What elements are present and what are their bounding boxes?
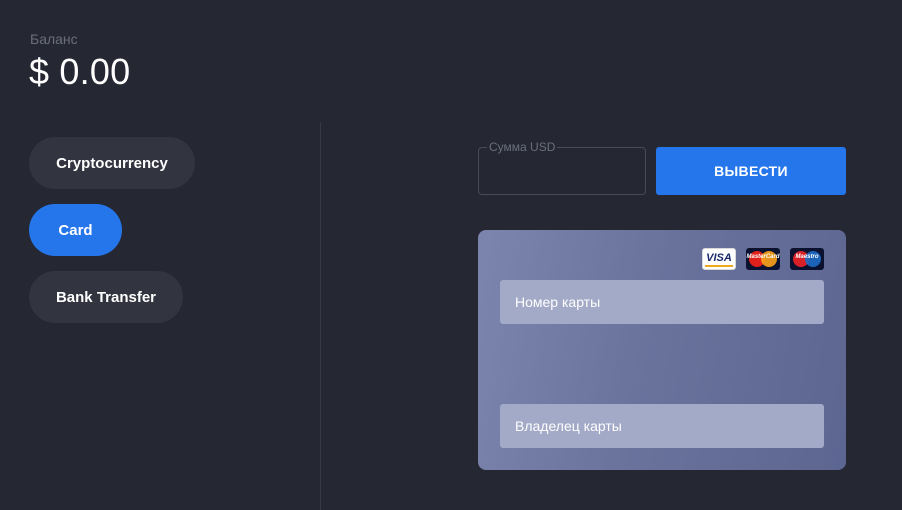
- visa-logo: VISA: [702, 248, 736, 270]
- maestro-logo-text: Maestro: [795, 254, 819, 260]
- method-cryptocurrency-button[interactable]: Cryptocurrency: [29, 137, 195, 189]
- withdraw-page: Баланс $ 0.00 Cryptocurrency Card Bank T…: [0, 0, 902, 510]
- card-number-input[interactable]: [513, 293, 811, 311]
- method-card-button[interactable]: Card: [29, 204, 122, 256]
- card-holder-field[interactable]: [500, 404, 824, 448]
- visa-stripe: [705, 265, 733, 267]
- withdraw-button[interactable]: ВЫВЕСТИ: [656, 147, 846, 195]
- balance-amount: $ 0.00: [29, 51, 131, 92]
- visa-logo-text: VISA: [706, 252, 732, 264]
- card-number-field[interactable]: [500, 280, 824, 324]
- vertical-divider: [320, 122, 321, 510]
- maestro-logo: Maestro: [790, 248, 824, 270]
- card-form-panel: VISA MasterCard Maestro: [478, 230, 846, 470]
- method-bank-transfer-button[interactable]: Bank Transfer: [29, 271, 183, 323]
- card-holder-input[interactable]: [513, 417, 811, 435]
- balance-label: Баланс: [30, 31, 78, 47]
- amount-field[interactable]: Сумма USD: [478, 139, 646, 195]
- mastercard-logo: MasterCard: [746, 248, 780, 270]
- amount-label: Сумма USD: [487, 139, 558, 155]
- mastercard-logo-text: MasterCard: [746, 254, 780, 260]
